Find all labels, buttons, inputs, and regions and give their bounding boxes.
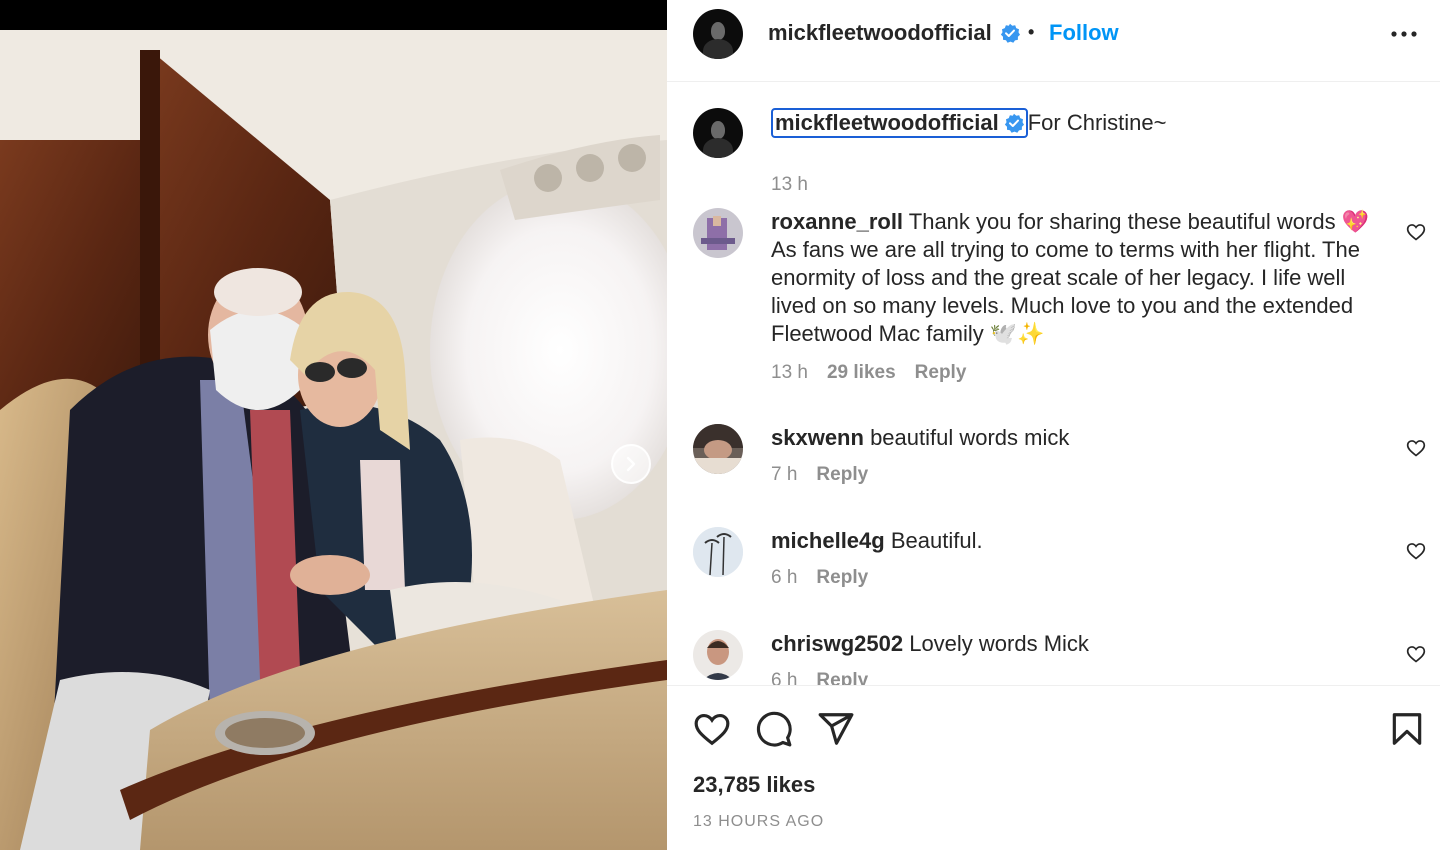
author-username[interactable]: mickfleetwoodofficial xyxy=(768,20,992,46)
more-options-icon[interactable] xyxy=(1389,26,1419,42)
reply-button[interactable]: Reply xyxy=(915,362,967,384)
reply-button[interactable]: Reply xyxy=(816,567,868,589)
comment-meta: 6 h Reply xyxy=(771,670,868,685)
comment-text: Lovely words Mick xyxy=(909,631,1089,656)
comment-text: Beautiful. xyxy=(890,528,983,553)
comment-icon[interactable] xyxy=(755,710,793,748)
post-timestamp: 13 HOURS AGO xyxy=(693,813,825,830)
comment-text: beautiful words mick xyxy=(870,425,1070,450)
reply-button[interactable]: Reply xyxy=(816,464,868,486)
comment-meta: 13 h 29 likes Reply xyxy=(771,362,966,384)
bookmark-icon[interactable] xyxy=(1388,710,1426,748)
caption-username-link[interactable]: mickfleetwoodofficial xyxy=(771,108,1028,138)
caption-text: For Christine~ xyxy=(1027,110,1167,135)
author-avatar[interactable] xyxy=(693,108,743,158)
reply-button[interactable]: Reply xyxy=(816,670,868,685)
author-avatar[interactable] xyxy=(693,9,743,59)
commenter-avatar[interactable] xyxy=(693,208,743,258)
follow-button[interactable]: Follow xyxy=(1049,20,1119,46)
comment-time[interactable]: 6 h xyxy=(771,567,797,589)
media-letterbox xyxy=(0,0,667,30)
post-photo xyxy=(0,30,667,850)
comment-meta: 6 h Reply xyxy=(771,567,868,589)
verified-badge-icon xyxy=(1000,23,1020,43)
commenter-avatar[interactable] xyxy=(693,527,743,577)
like-comment-heart-icon[interactable] xyxy=(1406,438,1426,458)
caption-meta: 13 h xyxy=(771,174,808,196)
header-separator: • xyxy=(1028,22,1035,42)
post-header: mickfleetwoodofficial • Follow xyxy=(667,0,1440,82)
chevron-right-icon xyxy=(626,456,636,472)
like-count[interactable]: 23,785 likes xyxy=(693,772,815,798)
commenter-avatar[interactable] xyxy=(693,630,743,680)
caption-username: mickfleetwoodofficial xyxy=(775,110,999,135)
comments-list[interactable]: mickfleetwoodofficial For Christine~ 13 … xyxy=(667,82,1440,685)
comment-likes[interactable]: 29 likes xyxy=(827,362,896,384)
post-details: mickfleetwoodofficial • Follow mickfleet… xyxy=(667,0,1440,850)
post-actions: 23,785 likes 13 HOURS AGO xyxy=(667,685,1440,850)
commenter-avatar[interactable] xyxy=(693,424,743,474)
comment-username[interactable]: skxwenn xyxy=(771,425,864,450)
like-comment-heart-icon[interactable] xyxy=(1406,644,1426,664)
post-media xyxy=(0,0,667,850)
comment-username[interactable]: chriswg2502 xyxy=(771,631,903,656)
like-comment-heart-icon[interactable] xyxy=(1406,222,1426,242)
next-photo-button[interactable] xyxy=(611,444,651,484)
author-name-row: mickfleetwoodofficial xyxy=(768,20,1020,46)
verified-badge-icon xyxy=(1004,113,1024,133)
comment-time[interactable]: 7 h xyxy=(771,464,797,486)
comment-username[interactable]: roxanne_roll xyxy=(771,209,903,234)
comment-meta: 7 h Reply xyxy=(771,464,868,486)
comment-username[interactable]: michelle4g xyxy=(771,528,885,553)
comment-time[interactable]: 13 h xyxy=(771,362,808,384)
caption-time[interactable]: 13 h xyxy=(771,174,808,196)
share-icon[interactable] xyxy=(817,710,855,748)
like-comment-heart-icon[interactable] xyxy=(1406,541,1426,561)
comment-time[interactable]: 6 h xyxy=(771,670,797,685)
heart-icon[interactable] xyxy=(693,710,731,748)
